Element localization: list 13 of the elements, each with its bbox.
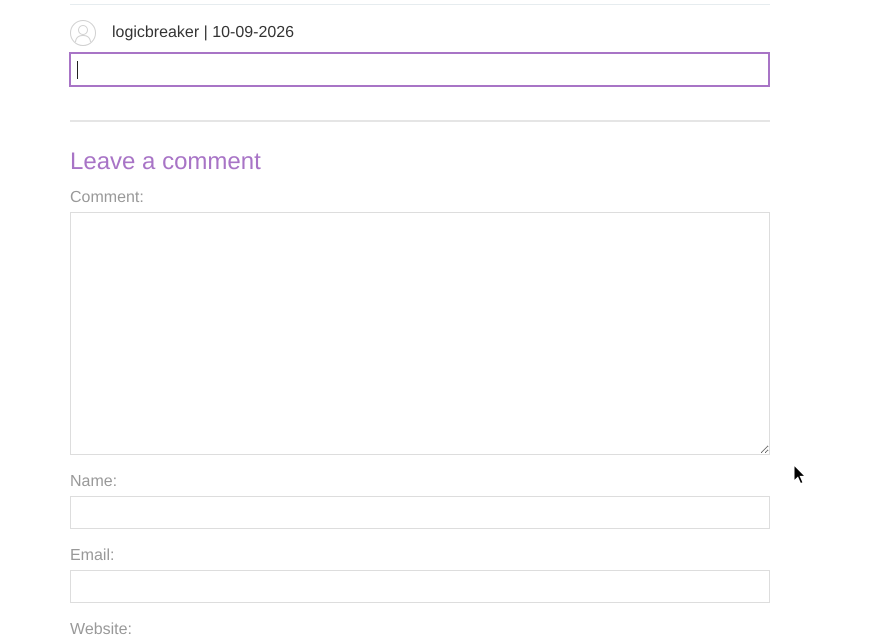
text-caret-icon bbox=[77, 61, 78, 79]
field-label: Email: bbox=[70, 548, 114, 564]
comment-textarea[interactable] bbox=[70, 212, 770, 455]
input-field[interactable] bbox=[70, 570, 770, 603]
mouse-pointer-icon bbox=[793, 464, 806, 485]
input-field[interactable] bbox=[70, 496, 770, 529]
avatar-icon bbox=[70, 20, 96, 46]
field-label: Comment: bbox=[70, 190, 144, 206]
field-label: Website: bbox=[70, 622, 132, 638]
field-label: Name: bbox=[70, 474, 118, 490]
form-heading: Leave a comment bbox=[70, 148, 262, 176]
comment-author-date: logicbreaker | 10-09-2026 bbox=[112, 24, 294, 42]
reply-input[interactable] bbox=[69, 52, 770, 87]
